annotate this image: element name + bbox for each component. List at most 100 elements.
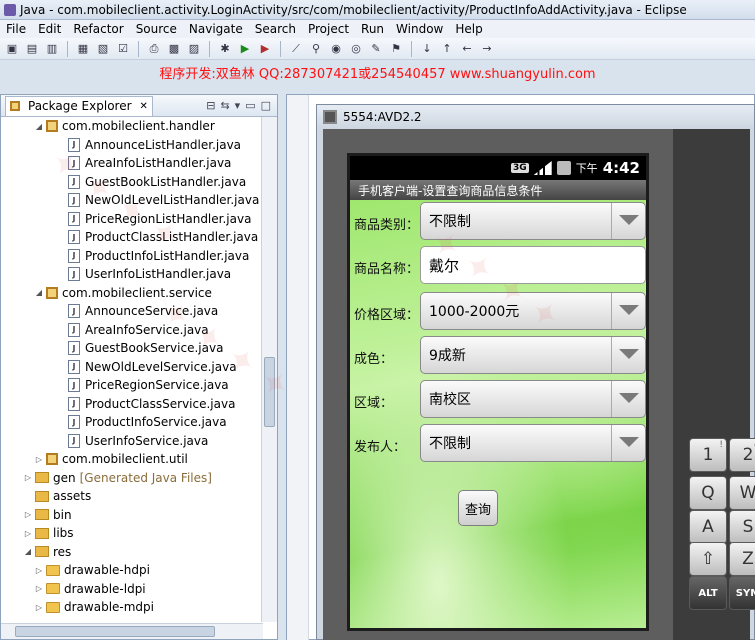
expand-right-icon[interactable]: ▷ [34, 455, 44, 464]
tree-item[interactable]: J PriceRegionListHandler.java [1, 210, 277, 229]
menu-item-refactor[interactable]: Refactor [67, 22, 129, 36]
search-icon[interactable]: ⚲ [308, 41, 324, 57]
menu-item-edit[interactable]: Edit [32, 22, 67, 36]
tree-item[interactable]: ◢ com.mobileclient.handler [1, 117, 277, 136]
tree-item[interactable]: J UserInfoListHandler.java [1, 265, 277, 284]
spinner[interactable]: 9成新 [420, 336, 646, 374]
keyboard-key[interactable]: W [729, 476, 755, 510]
package-explorer-icon [10, 101, 20, 111]
tree-item[interactable]: ▷ drawable-mdpi [1, 598, 277, 617]
expand-right-icon[interactable]: ▷ [34, 566, 44, 575]
tree-item[interactable]: J AreaInfoService.java [1, 321, 277, 340]
tree-item[interactable]: J AnnounceListHandler.java [1, 136, 277, 155]
spinner[interactable]: 1000-2000元 [420, 292, 646, 330]
tree-item[interactable]: J AreaInfoListHandler.java [1, 154, 277, 173]
menu-item-window[interactable]: Window [390, 22, 449, 36]
keyboard-key[interactable]: A [689, 510, 727, 544]
tree-item[interactable]: J ProductInfoListHandler.java [1, 247, 277, 266]
android-sdk-icon[interactable]: ▦ [75, 41, 91, 57]
print-icon[interactable]: ▥ [44, 41, 60, 57]
expand-right-icon[interactable]: ▷ [23, 529, 33, 538]
tree-item-decoration: [Generated Java Files] [79, 470, 212, 485]
tree-item[interactable]: J ProductClassService.java [1, 395, 277, 414]
new-package-icon[interactable]: ◉ [328, 41, 344, 57]
tree-item[interactable]: J ProductClassListHandler.java [1, 228, 277, 247]
new-icon[interactable]: ▣ [4, 41, 20, 57]
tree-item[interactable]: J AnnounceService.java [1, 302, 277, 321]
expand-right-icon[interactable]: ▷ [23, 510, 33, 519]
back-icon[interactable]: ← [459, 41, 475, 57]
scrollbar-thumb[interactable] [264, 357, 275, 427]
tree-horizontal-scrollbar[interactable] [1, 623, 263, 639]
expand-right-icon[interactable]: ▷ [34, 603, 44, 612]
keyboard-key[interactable]: Z [729, 542, 755, 576]
expand-down-icon[interactable]: ◢ [34, 122, 44, 131]
keyboard-key[interactable]: 2@ [729, 438, 755, 472]
menu-item-source[interactable]: Source [130, 22, 183, 36]
spinner[interactable]: 不限制 [420, 424, 646, 462]
keyboard-key[interactable]: ⇧ [689, 542, 727, 576]
tree-item[interactable]: ▷ drawable-ldpi [1, 580, 277, 599]
expand-down-icon[interactable]: ◢ [34, 288, 44, 297]
lint-icon[interactable]: ☑ [115, 41, 131, 57]
view-menu-icon[interactable]: ▾ [235, 99, 241, 112]
tree-item[interactable]: ▷ libs [1, 524, 277, 543]
save-icon[interactable]: ▤ [24, 41, 40, 57]
tree-item[interactable]: J NewOldLevelService.java [1, 358, 277, 377]
menu-item-help[interactable]: Help [449, 22, 488, 36]
keyboard-key[interactable]: 1! [689, 438, 727, 472]
keyboard-key[interactable]: Q [689, 476, 727, 510]
tree-item[interactable]: J GuestBookListHandler.java [1, 173, 277, 192]
scrollbar-thumb[interactable] [15, 626, 215, 637]
tree-item[interactable]: J UserInfoService.java [1, 432, 277, 451]
expand-right-icon[interactable]: ▷ [23, 473, 33, 482]
spinner[interactable]: 南校区 [420, 380, 646, 418]
tree-item[interactable]: ▷ bin [1, 506, 277, 525]
tree-item[interactable]: ▷ com.mobileclient.util [1, 450, 277, 469]
tree-item[interactable]: ◢ res [1, 543, 277, 562]
spinner[interactable]: 不限制 [420, 202, 646, 240]
menu-item-search[interactable]: Search [249, 22, 302, 36]
tree-item[interactable]: J PriceRegionService.java [1, 376, 277, 395]
open-type-icon[interactable]: ⟋ [288, 41, 304, 57]
tree-item[interactable]: ▷ gen [Generated Java Files] [1, 469, 277, 488]
android-avd-icon[interactable]: ▧ [95, 41, 111, 57]
publish-icon[interactable]: ⎙ [146, 41, 162, 57]
open-task-icon[interactable]: ✎ [368, 41, 384, 57]
previous-annotation-icon[interactable]: ↑ [439, 41, 455, 57]
tree-item[interactable]: assets [1, 487, 277, 506]
run-icon[interactable]: ▶ [237, 41, 253, 57]
task-icon[interactable]: ▨ [186, 41, 202, 57]
expand-down-icon[interactable]: ◢ [23, 547, 33, 556]
tab-package-explorer[interactable]: Package Explorer ✕ [5, 95, 153, 116]
menu-item-navigate[interactable]: Navigate [183, 22, 249, 36]
tree-item[interactable]: ▷ drawable-hdpi [1, 561, 277, 580]
tree-item[interactable]: ◢ com.mobileclient.service [1, 284, 277, 303]
keyboard-key[interactable]: S [729, 510, 755, 544]
product-name-input[interactable]: 戴尔 [420, 246, 646, 284]
form-row: 发布人： 不限制 [350, 422, 646, 466]
forward-icon[interactable]: → [479, 41, 495, 57]
next-annotation-icon[interactable]: ↓ [419, 41, 435, 57]
maximize-icon[interactable]: □ [261, 99, 271, 112]
new-class-icon[interactable]: ◎ [348, 41, 364, 57]
server-icon[interactable]: ▩ [166, 41, 182, 57]
tree-item[interactable]: J GuestBookService.java [1, 339, 277, 358]
debug-icon[interactable]: ✱ [217, 41, 233, 57]
query-button[interactable]: 查询 [458, 490, 498, 526]
toggle-mark-icon[interactable]: ⚑ [388, 41, 404, 57]
keyboard-key[interactable]: ALT [689, 576, 727, 610]
external-tools-icon[interactable]: ▶ [257, 41, 273, 57]
link-with-editor-icon[interactable]: ⇆ [220, 99, 229, 112]
tree-vertical-scrollbar[interactable] [261, 117, 277, 622]
minimize-icon[interactable]: ▭ [245, 99, 255, 112]
menu-item-file[interactable]: File [0, 22, 32, 36]
menu-item-run[interactable]: Run [355, 22, 390, 36]
menu-item-project[interactable]: Project [302, 22, 355, 36]
close-icon[interactable]: ✕ [140, 101, 148, 112]
expand-right-icon[interactable]: ▷ [34, 584, 44, 593]
keyboard-key[interactable]: SYM [729, 576, 755, 610]
tree-item[interactable]: J ProductInfoService.java [1, 413, 277, 432]
collapse-all-icon[interactable]: ⊟ [206, 99, 215, 112]
tree-item[interactable]: J NewOldLevelListHandler.java [1, 191, 277, 210]
